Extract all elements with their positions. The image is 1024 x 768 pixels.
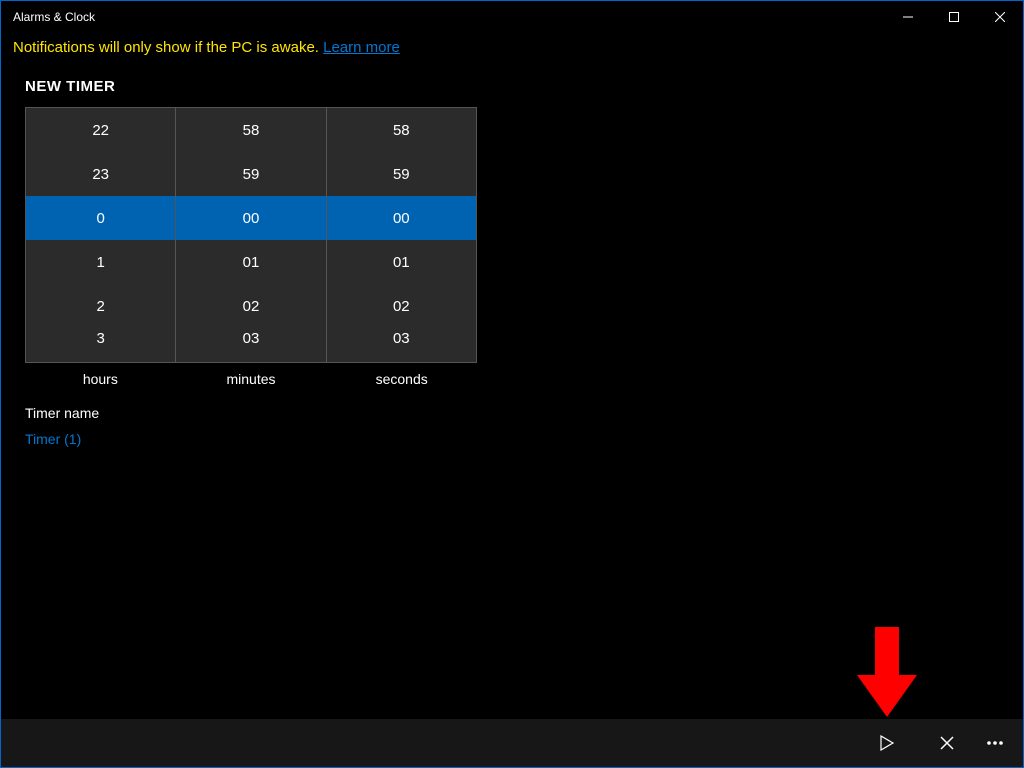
picker-item[interactable]: 59 [176,152,325,196]
annotation-arrow-icon [857,627,917,717]
minutes-column[interactable]: 58 59 00 01 02 03 [176,108,326,362]
more-icon [987,741,1003,745]
picker-item[interactable]: 02 [176,284,325,328]
picker-item[interactable]: 01 [176,240,325,284]
notification-bar: Notifications will only show if the PC i… [1,33,1023,66]
main-content: NEW TIMER 22 23 0 1 2 3 58 59 00 01 02 0… [1,66,1023,461]
picker-item[interactable]: 03 [176,328,325,362]
time-picker[interactable]: 22 23 0 1 2 3 58 59 00 01 02 03 58 59 00… [25,107,477,363]
seconds-label: seconds [326,371,477,387]
picker-item-selected[interactable]: 0 [26,196,175,240]
picker-item[interactable]: 22 [26,108,175,152]
picker-item[interactable]: 02 [327,284,476,328]
more-button[interactable] [971,719,1019,767]
cancel-button[interactable] [923,719,971,767]
minimize-icon [903,12,913,22]
hours-label: hours [25,371,176,387]
timer-name-label: Timer name [25,405,999,421]
picker-item[interactable]: 01 [327,240,476,284]
picker-item[interactable]: 59 [327,152,476,196]
picker-item[interactable]: 2 [26,284,175,328]
titlebar: Alarms & Clock [1,1,1023,33]
timer-name-group: Timer name [25,405,999,449]
close-icon [995,12,1005,22]
seconds-column[interactable]: 58 59 00 01 02 03 [327,108,476,362]
close-icon [940,736,954,750]
minimize-button[interactable] [885,1,931,33]
picker-item-selected[interactable]: 00 [327,196,476,240]
bottom-bar [1,719,1023,767]
picker-item[interactable]: 3 [26,328,175,362]
section-title: NEW TIMER [25,78,999,95]
notification-link[interactable]: Learn more [323,39,400,56]
notification-text: Notifications will only show if the PC i… [13,39,323,56]
picker-labels: hours minutes seconds [25,371,477,387]
picker-item[interactable]: 1 [26,240,175,284]
picker-item[interactable]: 58 [327,108,476,152]
timer-name-input[interactable] [25,431,325,447]
maximize-button[interactable] [931,1,977,33]
picker-item[interactable]: 58 [176,108,325,152]
play-button[interactable] [863,719,911,767]
hours-column[interactable]: 22 23 0 1 2 3 [26,108,176,362]
picker-item[interactable]: 23 [26,152,175,196]
minutes-label: minutes [176,371,327,387]
window-controls [885,1,1023,33]
close-button[interactable] [977,1,1023,33]
picker-item-selected[interactable]: 00 [176,196,325,240]
play-icon [880,735,894,751]
picker-item[interactable]: 03 [327,328,476,362]
maximize-icon [949,12,959,22]
window-title: Alarms & Clock [13,10,95,24]
